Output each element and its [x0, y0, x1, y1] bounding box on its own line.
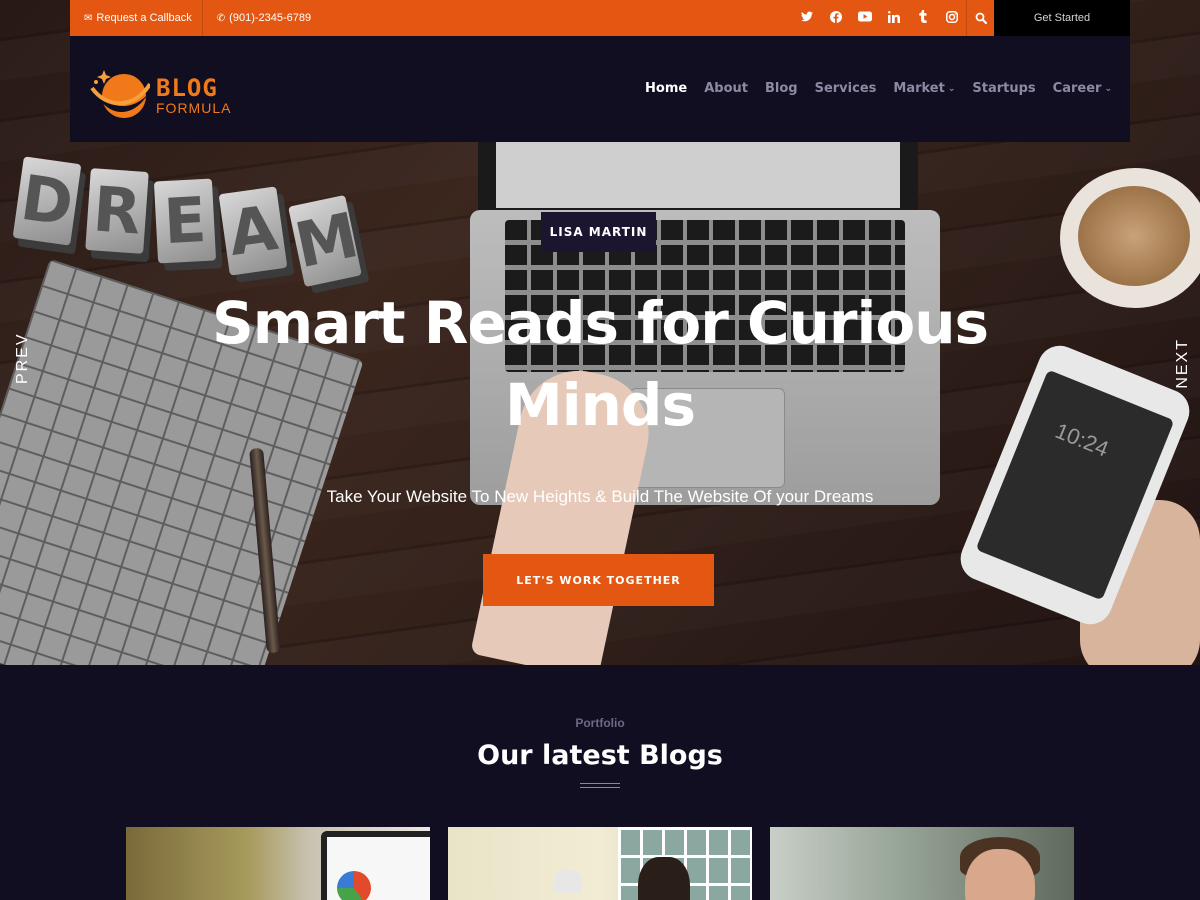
- youtube-icon[interactable]: [850, 11, 879, 25]
- linkedin-icon[interactable]: [879, 10, 908, 26]
- facebook-icon[interactable]: [821, 10, 850, 26]
- dream-letter: E: [153, 178, 217, 264]
- dream-letter: D: [12, 156, 82, 246]
- search-icon[interactable]: [966, 0, 994, 36]
- hero-title: Smart Reads for Curious Minds: [211, 289, 989, 439]
- request-callback-label: Request a Callback: [96, 12, 192, 24]
- laptop-screen-image: [478, 138, 918, 218]
- phone-number: (901)-2345-6789: [229, 12, 312, 24]
- work-together-button[interactable]: LET'S WORK TOGETHER: [483, 554, 714, 606]
- nav-item-blog[interactable]: Blog: [765, 81, 798, 96]
- tumblr-icon[interactable]: [908, 10, 937, 26]
- social-links: [792, 0, 994, 36]
- nav-item-market[interactable]: Market ⌄: [893, 81, 955, 96]
- person-image: [638, 857, 690, 900]
- dream-letter: M: [288, 194, 364, 288]
- nav-item-startups[interactable]: Startups: [972, 81, 1035, 96]
- nav-item-services[interactable]: Services: [815, 81, 877, 96]
- logo-swoosh-icon: [90, 70, 150, 118]
- logo-text-secondary: FORMULA: [156, 100, 232, 116]
- lamp-image: [554, 869, 582, 893]
- slider-next-button[interactable]: NEXT: [1174, 338, 1192, 389]
- blog-card-image[interactable]: [448, 827, 752, 900]
- get-started-button[interactable]: Get Started: [994, 0, 1130, 36]
- twitter-icon[interactable]: [792, 11, 821, 25]
- dream-letter: A: [218, 186, 288, 276]
- nav-item-about[interactable]: About: [704, 81, 748, 96]
- phone-link[interactable]: ✆ (901)-2345-6789: [203, 0, 321, 36]
- author-badge[interactable]: LISA MARTIN: [541, 212, 656, 252]
- envelope-icon: ✉: [84, 12, 93, 24]
- coffee-mug-image: [1060, 168, 1200, 308]
- nav-label: Services: [814, 81, 877, 96]
- title-divider: [580, 783, 620, 788]
- main-navigation: Home About Blog Services Market ⌄ Startup…: [628, 81, 1112, 96]
- tablet-image: [321, 831, 430, 900]
- nav-label: Market: [893, 81, 945, 96]
- nav-label: Home: [645, 81, 688, 96]
- section-title: Our latest Blogs: [477, 740, 723, 771]
- top-bar: ✉ Request a Callback ✆ (901)-2345-6789: [70, 0, 994, 36]
- blog-card-image[interactable]: [126, 827, 430, 900]
- logo-text-primary: BLOG: [156, 74, 218, 102]
- instagram-icon[interactable]: [937, 10, 966, 26]
- section-eyebrow: Portfolio: [575, 716, 625, 730]
- chevron-down-icon: ⌄: [947, 83, 956, 94]
- request-callback-link[interactable]: ✉ Request a Callback: [70, 0, 202, 36]
- nav-item-career[interactable]: Career ⌄: [1053, 81, 1112, 96]
- nav-label: Blog: [764, 81, 798, 96]
- slider-prev-button[interactable]: PREV: [14, 332, 32, 384]
- nav-label: About: [704, 81, 748, 96]
- nav-label: Career: [1052, 81, 1102, 96]
- hero-subtitle: Take Your Website To New Heights & Build…: [326, 487, 874, 506]
- dream-letter: R: [85, 168, 149, 254]
- phone-icon: ✆: [216, 12, 226, 24]
- nav-label: Startups: [972, 81, 1036, 96]
- blog-card-image[interactable]: [770, 827, 1074, 900]
- main-header: BLOG FORMULA Home About Blog Services Ma…: [70, 36, 1130, 142]
- chevron-down-icon: ⌄: [1104, 83, 1112, 94]
- nav-item-home[interactable]: Home: [645, 81, 687, 96]
- site-logo[interactable]: BLOG FORMULA: [88, 58, 258, 122]
